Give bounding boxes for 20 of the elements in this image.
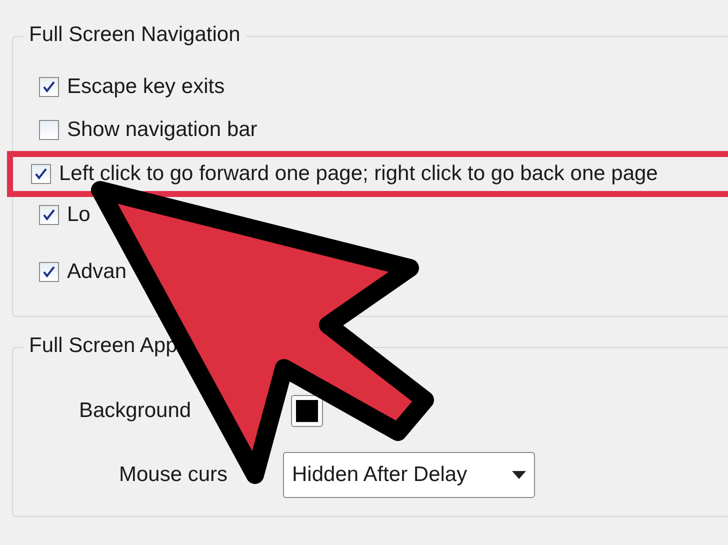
checkbox[interactable] bbox=[31, 164, 51, 184]
background-label: Background bbox=[78, 399, 192, 423]
checkbox[interactable] bbox=[39, 262, 59, 282]
checkmark-icon bbox=[43, 209, 55, 221]
checkbox[interactable] bbox=[39, 76, 59, 96]
option-label: Show navigation bar bbox=[67, 118, 258, 142]
mouse-cursor-label: Mouse curs bbox=[118, 463, 229, 487]
group-title: Full Screen Navigation bbox=[23, 23, 246, 47]
option-label: Left click to go forward one page; right click to go back one page bbox=[59, 162, 658, 186]
checkmark-icon bbox=[43, 266, 55, 278]
checkmark-icon bbox=[35, 168, 47, 180]
option-label: Advan bbox=[67, 260, 127, 284]
checkmark-icon bbox=[43, 80, 55, 92]
option-label: Lo bbox=[67, 203, 90, 227]
checkbox[interactable] bbox=[39, 205, 59, 225]
color-picker[interactable] bbox=[291, 395, 323, 427]
mouse-cursor-dropdown[interactable]: Hidden After Delay bbox=[283, 452, 535, 498]
caret-icon bbox=[512, 471, 526, 479]
option-label: Escape key exits bbox=[67, 74, 225, 98]
checkbox[interactable] bbox=[39, 120, 59, 140]
